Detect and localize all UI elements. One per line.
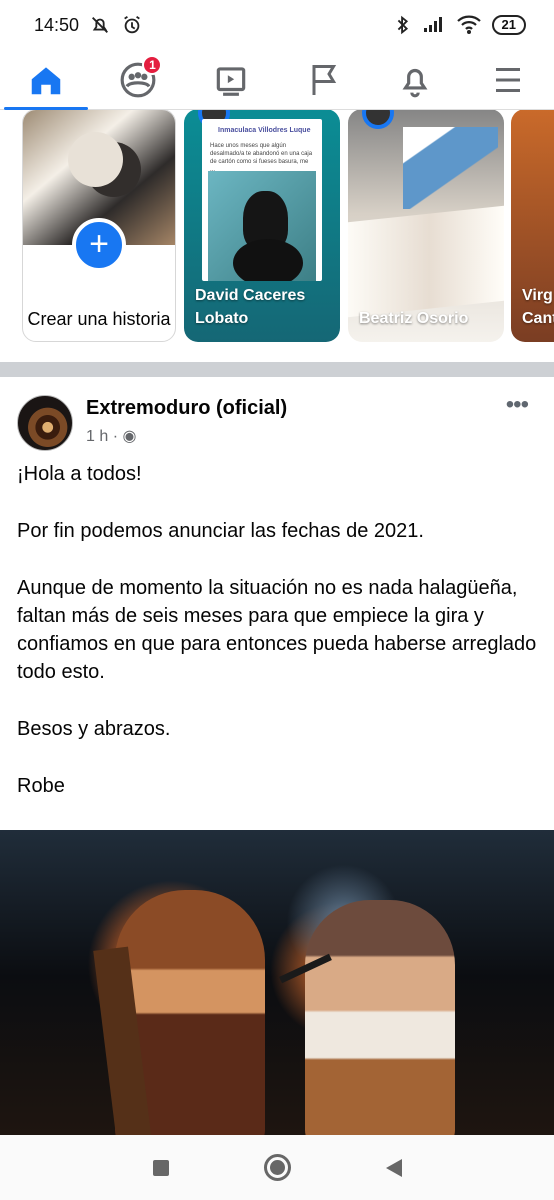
back-icon[interactable] [385, 1158, 402, 1177]
post-paragraph: Aunque de momento la situación no es nad… [17, 577, 537, 683]
post-paragraph: Besos y abrazos. [17, 718, 171, 740]
post-header: Extremoduro (oficial) 1 h · ◉ ••• [0, 377, 554, 452]
create-story-label: Crear una historia [27, 309, 171, 329]
notifications-tab[interactable] [369, 50, 461, 110]
story-photo-book [348, 205, 504, 318]
flag-icon [312, 64, 337, 95]
status-bar: 14:50 21 [0, 0, 554, 50]
post-author-info: Extremoduro (oficial) 1 h · ◉ [86, 395, 287, 452]
menu-tab[interactable] [462, 50, 554, 110]
groups-tab[interactable]: 1 [92, 50, 184, 110]
story-card[interactable]: Virg Cant [511, 110, 554, 342]
battery-indicator: 21 [491, 15, 526, 35]
status-left: 14:50 [34, 14, 143, 36]
post-meta: 1 h · ◉ [86, 428, 137, 445]
story-author-name: Beatriz Osorio [359, 310, 469, 327]
android-navigation-bar [0, 1135, 554, 1200]
post-paragraph: ¡Hola a todos! [17, 463, 142, 485]
story-profile-ring [362, 110, 394, 129]
status-right: 21 [394, 14, 526, 36]
mute-icon [92, 17, 109, 33]
story-card[interactable]: Inmaculaca Villodres Luque Hace unos mes… [184, 110, 340, 342]
create-story-card[interactable]: + Crear una historia [22, 110, 176, 342]
story-photo-legs [403, 127, 498, 209]
alarm-icon [124, 15, 140, 34]
bluetooth-icon [397, 15, 408, 35]
story-author-name: David Caceres Lobato [195, 287, 306, 327]
stories-carousel[interactable]: + Crear una historia Inmaculaca Villodre… [0, 110, 554, 362]
singer-figure [305, 900, 455, 1135]
cat-photo [208, 171, 316, 281]
pages-tab[interactable] [277, 50, 369, 110]
home-icon [31, 66, 61, 94]
home-tab[interactable] [0, 50, 92, 110]
recent-apps-icon[interactable] [152, 1159, 169, 1176]
preview-text: Hace unos meses que algún desalmado/a te… [210, 143, 313, 173]
video-icon [216, 66, 246, 96]
story-author-name: Virg Cant [522, 287, 554, 327]
facebook-tab-bar: 1 [0, 50, 554, 110]
post-paragraph: Por fin podemos anunciar las fechas de 2… [17, 520, 424, 542]
story-post-preview: Inmaculaca Villodres Luque Hace unos mes… [202, 119, 322, 281]
groups-notification-badge: 1 [142, 54, 163, 75]
more-options-icon[interactable]: ••• [506, 391, 529, 419]
post-text: ¡Hola a todos! Por fin podemos anunciar … [0, 452, 554, 827]
page-name[interactable]: Extremoduro (oficial) [86, 397, 287, 420]
status-time: 14:50 [34, 14, 80, 35]
watch-tab[interactable] [185, 50, 277, 110]
story-card[interactable]: Beatriz Osorio [348, 110, 504, 342]
wifi-icon [456, 15, 481, 34]
preview-author: Inmaculaca Villodres Luque [218, 127, 311, 134]
menu-icon [495, 67, 520, 92]
post-time[interactable]: 1 h [86, 428, 108, 445]
post-image[interactable] [0, 830, 554, 1135]
globe-icon: ◉ [122, 428, 137, 445]
signal-icon [423, 17, 442, 32]
post-paragraph: Robe [17, 775, 65, 797]
page-avatar[interactable] [17, 395, 73, 451]
home-button-icon[interactable] [263, 1154, 291, 1181]
bell-icon [403, 68, 428, 97]
feed-divider [0, 360, 554, 377]
plus-icon: + [72, 218, 126, 272]
